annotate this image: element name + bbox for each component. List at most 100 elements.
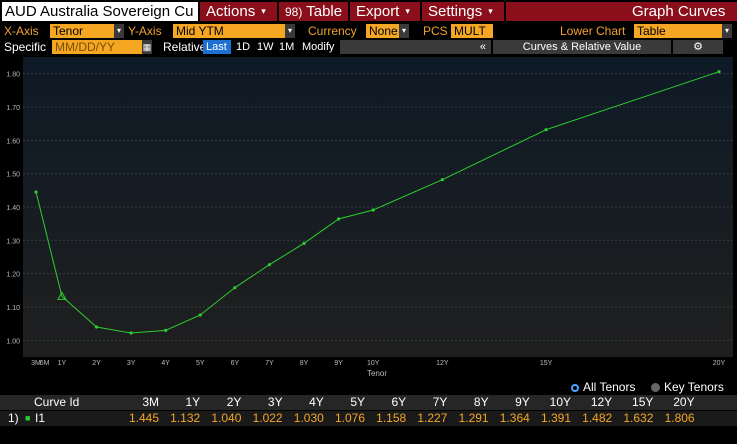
series-point[interactable] bbox=[34, 190, 38, 194]
series-point[interactable] bbox=[717, 70, 721, 74]
column-header[interactable]: 15Y bbox=[613, 395, 653, 410]
series-point[interactable] bbox=[94, 325, 99, 329]
period-1m-button[interactable]: 1M bbox=[276, 40, 297, 54]
x-tick-label: 2Y bbox=[92, 360, 101, 367]
table-cell: 1.030 bbox=[293, 411, 324, 425]
settings-menu-label: Settings bbox=[428, 3, 483, 20]
graph-curves-title: Graph Curves bbox=[632, 3, 726, 20]
chevron-down-icon[interactable]: ▾ bbox=[399, 24, 409, 38]
settings-menu[interactable]: Settings ▾ bbox=[422, 2, 504, 21]
key-tenors-toggle[interactable]: Key Tenors bbox=[651, 380, 724, 394]
modify-button[interactable]: Modify bbox=[299, 40, 337, 54]
security-title-field[interactable]: AUD Australia Sovereign Cu bbox=[2, 2, 198, 21]
column-header[interactable]: 7Y bbox=[407, 395, 448, 410]
column-header[interactable]: 9Y bbox=[490, 395, 530, 410]
y-tick-label: 1.70 bbox=[6, 105, 20, 112]
column-header[interactable]: 10Y bbox=[531, 395, 571, 410]
period-1d-button[interactable]: 1D bbox=[233, 40, 253, 54]
table-cell: 1.482 bbox=[582, 411, 613, 425]
table-cell: 1.158 bbox=[376, 411, 407, 425]
table-cell: 1.364 bbox=[499, 411, 530, 425]
series-point[interactable] bbox=[440, 178, 444, 182]
series-point[interactable] bbox=[267, 263, 272, 267]
series-point[interactable] bbox=[336, 217, 341, 221]
all-tenors-toggle[interactable]: All Tenors bbox=[571, 380, 635, 394]
table-cell: 1.806 bbox=[664, 411, 695, 425]
period-1w-button[interactable]: 1W bbox=[254, 40, 277, 54]
export-menu-label: Export bbox=[356, 3, 400, 20]
table-menu[interactable]: 98) Table bbox=[279, 2, 348, 21]
x-tick-label: 1Y bbox=[58, 360, 67, 367]
table-cell: 1.391 bbox=[540, 411, 571, 425]
y-tick-label: 1.00 bbox=[6, 338, 20, 345]
specific-label: Specific bbox=[4, 40, 47, 54]
column-header[interactable]: 4Y bbox=[284, 395, 324, 410]
column-header[interactable]: 1Y bbox=[160, 395, 201, 410]
curves-relative-value-button[interactable]: Curves & Relative Value bbox=[493, 40, 671, 54]
lower-chart-select[interactable]: Table bbox=[634, 24, 722, 38]
plot-area bbox=[23, 57, 733, 357]
y-tick-label: 1.80 bbox=[6, 72, 20, 79]
series-point[interactable] bbox=[371, 208, 375, 212]
y-axis-select[interactable]: Mid YTM bbox=[173, 24, 285, 38]
series-point[interactable] bbox=[544, 128, 548, 132]
table-menu-key: 98) bbox=[285, 5, 303, 19]
x-tick-label: 12Y bbox=[436, 360, 449, 367]
y-tick-label: 1.30 bbox=[6, 238, 20, 245]
table-cell: 1.291 bbox=[458, 411, 489, 425]
actions-menu[interactable]: Actions ▾ bbox=[200, 2, 277, 21]
table-menu-label: Table bbox=[306, 3, 343, 20]
column-header[interactable]: 6Y bbox=[366, 395, 407, 410]
series-point[interactable] bbox=[302, 241, 306, 245]
column-header[interactable]: 5Y bbox=[325, 395, 365, 410]
chevron-down-icon[interactable]: ▾ bbox=[114, 24, 124, 38]
column-header[interactable]: 2Y bbox=[201, 395, 242, 410]
actions-menu-label: Actions bbox=[206, 3, 256, 20]
x-tick-label: 6Y bbox=[231, 360, 240, 367]
column-header[interactable]: 3Y bbox=[243, 395, 283, 410]
chevron-down-icon[interactable]: ▾ bbox=[722, 24, 732, 38]
column-header[interactable]: 8Y bbox=[449, 395, 489, 410]
table-cell: 1.040 bbox=[211, 411, 242, 425]
x-axis-title: Tenor bbox=[367, 369, 387, 378]
date-row: Specific MM/DD/YY ▦ Relative Last 1D 1W … bbox=[0, 39, 737, 55]
chevron-down-icon[interactable]: ▾ bbox=[285, 24, 295, 38]
x-tick-label: 3Y bbox=[127, 360, 136, 367]
series-point[interactable] bbox=[233, 286, 237, 290]
radio-unselected-icon bbox=[651, 383, 660, 392]
series-point[interactable] bbox=[129, 331, 133, 335]
column-header[interactable]: 20Y bbox=[655, 395, 694, 410]
key-tenors-label: Key Tenors bbox=[664, 380, 724, 394]
series-point[interactable] bbox=[198, 313, 202, 317]
radio-selected-icon bbox=[571, 384, 579, 392]
y-axis-label: Y-Axis bbox=[128, 24, 162, 38]
pcs-field[interactable]: MULT bbox=[451, 24, 493, 38]
series-color-swatch-icon: ■ bbox=[25, 413, 31, 423]
x-tick-label: 7Y bbox=[265, 360, 274, 367]
calendar-icon[interactable]: ▦ bbox=[142, 40, 152, 54]
x-axis-label: X-Axis bbox=[4, 24, 39, 38]
currency-select[interactable]: None bbox=[366, 24, 399, 38]
table-row[interactable]: 1) ■ I1 1.445 1.132 1.040 1.022 1.030 1.076 1.… bbox=[0, 411, 737, 426]
collapse-panel-button[interactable]: « bbox=[340, 40, 491, 54]
x-tick-label: 15Y bbox=[540, 360, 553, 367]
period-last-button[interactable]: Last bbox=[203, 40, 231, 54]
x-tick-label: 9Y bbox=[334, 360, 343, 367]
relative-label: Relative bbox=[163, 40, 207, 54]
export-menu[interactable]: Export ▾ bbox=[350, 2, 420, 21]
row-index: 1) bbox=[8, 411, 19, 425]
table-cell: 1.445 bbox=[128, 411, 159, 425]
x-tick-label: 5Y bbox=[196, 360, 205, 367]
x-axis-select[interactable]: Tenor bbox=[50, 24, 114, 38]
curve-id-cell: I1 bbox=[35, 411, 46, 425]
chevron-down-icon: ▾ bbox=[261, 6, 266, 16]
gear-icon[interactable]: ⚙ bbox=[673, 40, 723, 54]
column-header[interactable]: 12Y bbox=[572, 395, 612, 410]
y-tick-label: 1.50 bbox=[6, 172, 20, 179]
series-point[interactable] bbox=[164, 328, 168, 332]
y-tick-label: 1.40 bbox=[6, 205, 20, 212]
settings-row: X-Axis Tenor ▾ Y-Axis Mid YTM ▾ Currency… bbox=[0, 23, 737, 39]
x-tick-label: 8Y bbox=[300, 360, 309, 367]
column-header[interactable]: 3M bbox=[119, 395, 159, 410]
specific-date-input[interactable]: MM/DD/YY bbox=[52, 40, 142, 54]
